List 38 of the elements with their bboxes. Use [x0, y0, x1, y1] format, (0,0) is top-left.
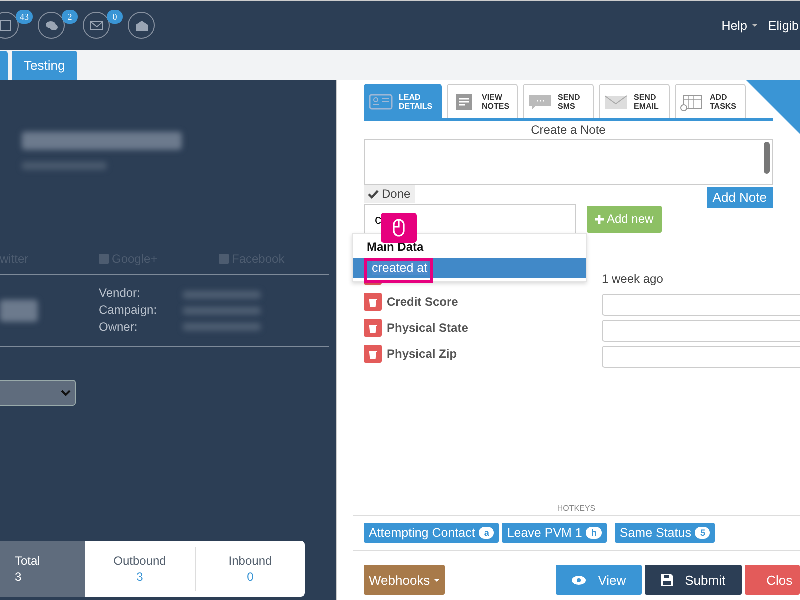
count-badge: 2	[62, 10, 78, 24]
stat-value: 3	[15, 570, 22, 584]
stat-label: Outbound	[114, 554, 166, 568]
action-tab[interactable]: LEAD DETAILS	[364, 84, 442, 118]
done-button[interactable]: Done	[364, 185, 415, 203]
view-button[interactable]: View	[556, 565, 642, 595]
suggestion-item[interactable]: created at	[353, 258, 586, 278]
stat-value: 0	[247, 570, 254, 584]
hotkey-button[interactable]: Leave PVM 1 h	[502, 523, 607, 543]
count-badge: 0	[107, 10, 123, 24]
info-label: Owner:	[99, 319, 139, 336]
info-label: Campaign:	[99, 302, 158, 319]
stat-label: Inbound	[228, 554, 272, 568]
action-tab[interactable]: SEND EMAIL	[599, 84, 670, 118]
field-label: Physical State	[386, 321, 470, 335]
tab[interactable]: Testing	[12, 51, 78, 80]
submit-button[interactable]: Submit	[645, 565, 742, 595]
stat-label: Total	[15, 554, 40, 568]
add-note-button[interactable]: Add Note	[706, 187, 773, 208]
field-label: Credit Score	[386, 295, 460, 309]
group-heading: Main Data	[366, 239, 425, 254]
action-tab[interactable]: ADD TASKS	[675, 84, 746, 118]
close-button[interactable]: Clos	[744, 565, 800, 595]
menu-item[interactable]: Help	[722, 18, 748, 32]
add-new-button[interactable]: Add new	[587, 206, 662, 232]
stat-value: 3	[136, 570, 144, 584]
menu-item[interactable]: Eligib	[768, 18, 799, 32]
action-tab[interactable]: VIEW NOTES	[447, 84, 518, 118]
info-label: Vendor:	[99, 285, 142, 302]
hotkey-button[interactable]: Same Status 5	[614, 523, 716, 543]
count-badge: 43	[16, 10, 33, 24]
action-tab[interactable]: SEND SMS	[523, 84, 594, 118]
section-title: Create a Note	[530, 123, 607, 137]
hotkey-button[interactable]: Attempting Contact a	[364, 523, 500, 543]
section-title: HOTKEYS	[353, 504, 800, 516]
field-value: 1 week ago	[602, 272, 664, 286]
webhooks-button[interactable]: Webhooks	[364, 565, 446, 595]
field-label: Physical Zip	[386, 347, 458, 361]
